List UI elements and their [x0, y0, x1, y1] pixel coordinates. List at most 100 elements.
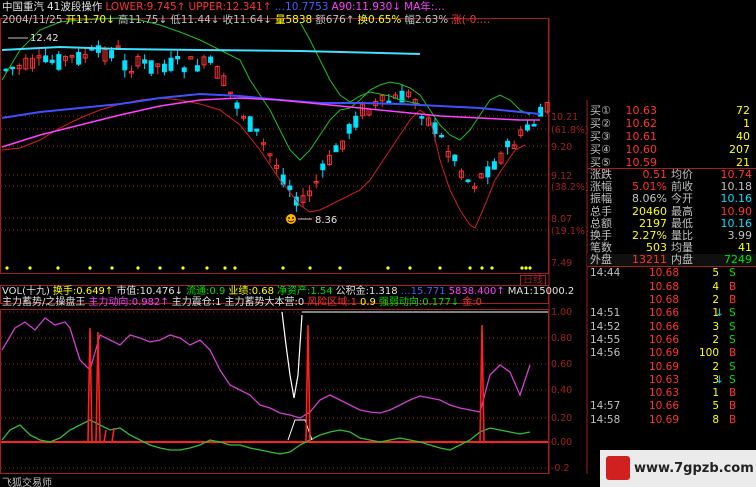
signal-dot — [468, 266, 472, 270]
signal-dot — [56, 266, 60, 270]
indicator-axis-label: 1.00 — [551, 307, 573, 318]
signal-dot — [136, 266, 140, 270]
candle-body — [234, 102, 240, 109]
signal-dot — [205, 266, 209, 270]
vol-stat-item: VOL(十九) — [2, 286, 50, 297]
tick-row: 14:56 10.69 100 B — [587, 347, 756, 360]
tick-time: 14:55 — [590, 333, 621, 346]
stat-key: 总手 — [590, 204, 612, 218]
candle-body — [353, 115, 359, 128]
indicator-axis-label: 0.60 — [551, 359, 573, 370]
candle-body — [320, 163, 326, 171]
candle-body — [524, 124, 530, 131]
candle-body — [194, 65, 200, 72]
signal-dot — [386, 266, 390, 270]
indicator-axis-label: 0.00 — [551, 437, 573, 448]
stat-value: 10.90 — [720, 204, 753, 218]
indicator-stat-item: 主力动向:0.982↑ — [88, 297, 169, 308]
vol-stat-item: 市值:10.476↓ — [116, 286, 184, 297]
tick-price: 10.69 — [648, 360, 679, 373]
stat-row: 总手 20460 最高 10.90 — [587, 204, 756, 218]
candle-body — [208, 56, 214, 63]
candle-body — [505, 140, 511, 148]
signal-dot — [281, 266, 285, 270]
signal-dot — [520, 266, 524, 270]
down-arrow-icon: ↓ — [715, 373, 724, 386]
indicator-axis-label: -0.2 — [551, 463, 570, 474]
outer-inner-row: 外盘 13211 内盘 7249 — [587, 253, 756, 267]
ohlc-item: 开11.70↓ — [65, 14, 115, 26]
stat-key: 今开 — [671, 192, 693, 206]
tick-price: 10.68 — [648, 294, 679, 306]
ohlc-item: 2004/11/25 — [2, 14, 63, 26]
signal-dot — [524, 266, 528, 270]
tick-volume: 8 — [712, 413, 719, 426]
indicator-stat-item: 金:0 — [462, 297, 482, 308]
down-arrow-icon: ↓ — [715, 307, 724, 320]
high-price-label: 12.42 — [30, 33, 59, 44]
tick-row: 10.68 4 B — [587, 281, 756, 294]
signal-dot — [528, 266, 532, 270]
indicator-axis-label: 0.20 — [551, 413, 573, 424]
tick-price: 10.63 — [648, 387, 679, 400]
candle-body — [485, 166, 491, 178]
candle-body — [386, 100, 392, 104]
price-axis-label: 9.12 — [551, 171, 573, 182]
tick-volume: 2 — [712, 333, 719, 346]
indicator-stat-item: 主力震仓:1 — [171, 297, 222, 308]
signal-dot — [181, 266, 185, 270]
signal-dot — [338, 266, 342, 270]
ohlc-item: 幅2.63% — [404, 14, 449, 26]
tick-row: 10.63 3 ↓ S — [587, 374, 756, 387]
signal-dot — [490, 266, 494, 270]
tick-price: 10.68 — [648, 267, 679, 280]
candle-body — [419, 116, 425, 119]
tick-price: 10.66 — [648, 307, 679, 320]
tick-price: 10.69 — [648, 413, 679, 426]
indicator-stat-item: 强弱动向:0.177↓ — [378, 297, 460, 308]
candle-body — [49, 59, 55, 64]
title-item: …10.7753 — [274, 1, 329, 13]
outer-label: 外盘 — [590, 253, 612, 267]
signal-dot — [223, 266, 227, 270]
tick-row: 14:44 10.68 5 S — [587, 267, 756, 280]
period-tab[interactable]: 日线 — [520, 275, 546, 286]
ohlc-item: 额676↑ — [315, 14, 355, 26]
candle-body — [142, 59, 148, 64]
indicator-stat-item: 主力蓄势/之操盘王 — [2, 297, 86, 308]
tick-row: 14:52 10.66 3 S — [587, 321, 756, 334]
price-axis-label: (61.8%) — [551, 125, 589, 136]
candle-body — [333, 145, 339, 153]
tick-direction: B — [729, 280, 737, 293]
price-gridlines — [1, 115, 548, 231]
stat-value: 10.16 — [720, 192, 753, 206]
indicator-stat-item: 主力蓄势大本营:0 — [224, 297, 305, 308]
smiley-icon — [286, 214, 296, 224]
tick-volume: 4 — [712, 280, 719, 293]
chart-title-bar: 中国重汽 41波段操作 LOWER:9.745↑ UPPER:12.341↑ …10.7… — [2, 1, 448, 13]
candle-body — [531, 124, 537, 127]
watermark-text: www.7gpzb.com — [634, 461, 754, 476]
inner-value: 7249 — [724, 253, 752, 267]
indicator-axis-label: 0.80 — [551, 333, 573, 344]
tick-direction: B — [729, 387, 737, 400]
signal-dot — [408, 266, 412, 270]
title-item: 中国重汽 — [2, 1, 44, 13]
tick-volume: 3 — [712, 320, 719, 333]
price-axis-label: 10.21 — [551, 112, 579, 123]
title-item: MA年:… — [404, 1, 445, 13]
tick-row: 14:55 10.66 2 S — [587, 334, 756, 347]
indicator-gridlines — [1, 311, 548, 469]
quote-panel: 买① 10.63 72 买② 10.62 1 买③ 10.61 40 买④ 10.60 207 买⑤ 10… — [587, 104, 756, 487]
candle-body — [56, 54, 62, 70]
candle-body — [254, 128, 260, 132]
app-name: 飞狐交易师 — [2, 478, 52, 487]
tick-volume: 1 — [712, 307, 719, 320]
tick-volume: 5 — [712, 400, 719, 413]
tick-row: 14:51 10.66 1 ↓ S — [587, 307, 756, 320]
candle-body — [346, 124, 352, 134]
tick-direction: B — [729, 400, 737, 413]
signal-dot — [88, 266, 92, 270]
vol-stat-item: MA1:15000.2 — [507, 286, 575, 297]
low-price-label: 8.36 — [315, 215, 337, 226]
